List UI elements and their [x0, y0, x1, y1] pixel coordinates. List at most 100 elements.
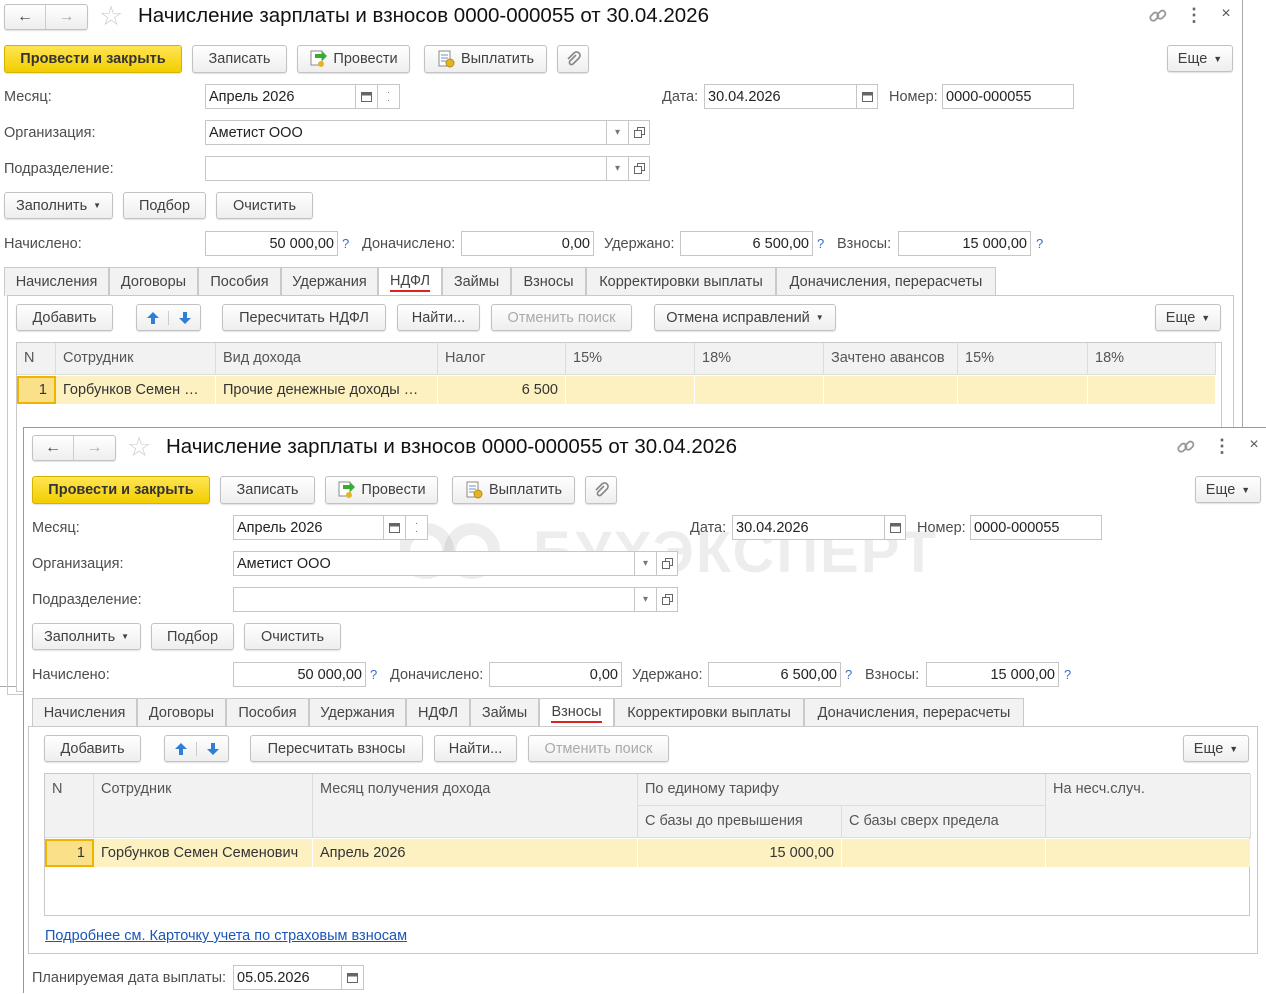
contributions-help[interactable]: ? [1064, 662, 1074, 687]
tab-4[interactable]: Удержания [281, 267, 378, 296]
back-button[interactable]: ← [33, 436, 74, 460]
tab-9[interactable]: Доначисления, перерасчеты [776, 267, 996, 296]
more-button[interactable]: Еще ▼ [1195, 476, 1261, 503]
table-cell[interactable]: Горбунков Семен … [56, 376, 216, 404]
contributions-value[interactable]: 15 000,00 [898, 231, 1031, 256]
column-header[interactable]: Налог [438, 343, 566, 375]
withheld-help[interactable]: ? [845, 662, 855, 687]
extra-accrued-value[interactable]: 0,00 [489, 662, 622, 687]
tab-3[interactable]: Пособия [198, 267, 281, 296]
more-actions-icon[interactable]: ⋮ [1213, 436, 1231, 458]
add-button[interactable]: Добавить [44, 735, 141, 762]
table-cell[interactable]: Горбунков Семен Семенович [94, 839, 313, 867]
calendar-icon[interactable] [355, 84, 378, 109]
column-header[interactable]: По единому тарифу [638, 774, 1046, 806]
cancel-find-button[interactable]: Отменить поиск [528, 735, 669, 762]
column-subheader[interactable]: С базы до превышения [638, 806, 842, 838]
move-up-button[interactable] [165, 741, 197, 756]
add-button[interactable]: Добавить [16, 304, 113, 331]
table-cell[interactable]: 6 500 [438, 376, 566, 404]
recalculate-contributions-button[interactable]: Пересчитать взносы [250, 735, 423, 762]
accrued-help[interactable]: ? [342, 231, 352, 256]
pay-button[interactable]: Выплатить [424, 45, 547, 73]
accrued-value[interactable]: 50 000,00 [233, 662, 366, 687]
open-icon[interactable] [656, 587, 678, 612]
forward-button[interactable]: → [74, 436, 115, 460]
dept-input[interactable] [205, 156, 607, 181]
cancel-find-button[interactable]: Отменить поиск [491, 304, 632, 331]
date-input[interactable]: 30.04.2026 [732, 515, 885, 540]
dept-input[interactable] [233, 587, 635, 612]
close-icon[interactable]: × [1218, 5, 1234, 27]
table-cell[interactable] [958, 376, 1088, 404]
tab-2[interactable]: Договоры [137, 698, 226, 727]
clear-button[interactable]: Очистить [244, 623, 341, 650]
table-cell[interactable]: 15 000,00 [638, 839, 842, 867]
select-button[interactable]: Подбор [123, 192, 206, 219]
link-icon[interactable] [1148, 6, 1168, 26]
org-input[interactable]: Аметист ООО [205, 120, 607, 145]
move-down-button[interactable] [197, 742, 228, 756]
column-header[interactable]: 15% [566, 343, 695, 375]
table-cell[interactable] [566, 376, 695, 404]
column-header[interactable]: Месяц получения дохода [313, 774, 638, 838]
tab-7[interactable]: Взносы [539, 698, 614, 727]
table-cell[interactable] [842, 839, 1046, 867]
accrued-value[interactable]: 50 000,00 [205, 231, 338, 256]
dropdown-icon[interactable]: ▾ [634, 551, 657, 576]
post-and-close-button[interactable]: Провести и закрыть [32, 476, 210, 504]
column-header[interactable]: Зачтено авансов [824, 343, 958, 375]
column-header[interactable]: Сотрудник [56, 343, 216, 375]
more-button[interactable]: Еще ▼ [1155, 304, 1221, 331]
post-button[interactable]: Провести [325, 476, 438, 504]
contributions-value[interactable]: 15 000,00 [926, 662, 1059, 687]
calendar-icon[interactable] [856, 84, 878, 109]
table-cell[interactable] [1046, 839, 1251, 867]
favorite-star-icon[interactable]: ☆ [99, 2, 129, 30]
recalculate-ndfl-button[interactable]: Пересчитать НДФЛ [222, 304, 386, 331]
column-subheader[interactable]: С базы сверх предела [842, 806, 1046, 838]
clear-button[interactable]: Очистить [216, 192, 313, 219]
table-cell[interactable] [824, 376, 958, 404]
move-down-button[interactable] [169, 311, 200, 325]
tab-9[interactable]: Доначисления, перерасчеты [804, 698, 1024, 727]
attach-button[interactable] [585, 476, 617, 504]
planned-date-input[interactable]: 05.05.2026 [233, 965, 342, 990]
forward-button[interactable]: → [46, 5, 87, 29]
column-header[interactable]: N [17, 343, 56, 375]
number-input[interactable]: 0000-000055 [942, 84, 1074, 109]
tab-3[interactable]: Пособия [226, 698, 309, 727]
number-input[interactable]: 0000-000055 [970, 515, 1102, 540]
column-header[interactable]: Сотрудник [94, 774, 313, 838]
move-up-button[interactable] [137, 310, 169, 325]
calendar-icon[interactable] [341, 965, 364, 990]
close-icon[interactable]: × [1246, 436, 1262, 458]
pay-button[interactable]: Выплатить [452, 476, 575, 504]
table-cell[interactable] [695, 376, 824, 404]
dropdown-icon[interactable]: ▾ [606, 156, 629, 181]
tab-7[interactable]: Взносы [511, 267, 586, 296]
dropdown-icon[interactable]: ▾ [634, 587, 657, 612]
accrued-help[interactable]: ? [370, 662, 380, 687]
more-button[interactable]: Еще ▼ [1167, 45, 1233, 72]
link-icon[interactable] [1176, 437, 1196, 457]
column-header[interactable]: На несч.случ. [1046, 774, 1251, 838]
extra-accrued-value[interactable]: 0,00 [461, 231, 594, 256]
tab-1[interactable]: Начисления [4, 267, 109, 296]
month-spin-button[interactable]: · · [405, 515, 428, 540]
favorite-star-icon[interactable]: ☆ [127, 433, 157, 461]
month-spin-button[interactable]: · · [377, 84, 400, 109]
tab-4[interactable]: Удержания [309, 698, 406, 727]
back-button[interactable]: ← [5, 5, 46, 29]
tab-2[interactable]: Договоры [109, 267, 198, 296]
save-button[interactable]: Записать [192, 45, 287, 73]
table-cell[interactable]: Прочие денежные доходы … [216, 376, 438, 404]
find-button[interactable]: Найти... [434, 735, 517, 762]
undo-corrections-button[interactable]: Отмена исправлений ▼ [654, 304, 836, 331]
withheld-help[interactable]: ? [817, 231, 827, 256]
tab-5[interactable]: НДФЛ [378, 267, 442, 296]
column-header[interactable]: N [45, 774, 94, 838]
more-actions-icon[interactable]: ⋮ [1185, 5, 1203, 27]
org-input[interactable]: Аметист ООО [233, 551, 635, 576]
dropdown-icon[interactable]: ▾ [606, 120, 629, 145]
